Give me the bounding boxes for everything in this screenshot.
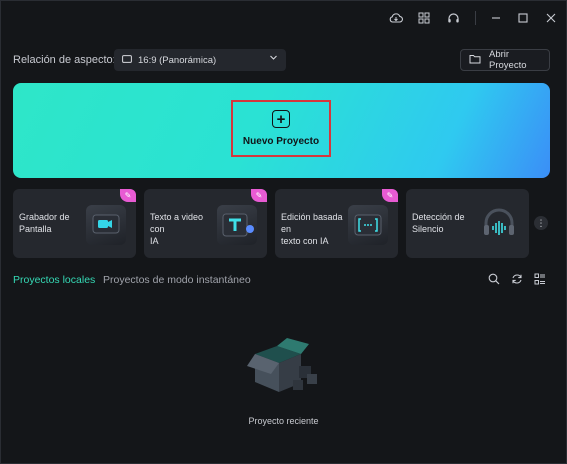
list-view-icon[interactable]: [533, 272, 547, 286]
title-bar: [1, 1, 566, 35]
aspect-ratio-select[interactable]: 16:9 (Panorámica): [114, 49, 286, 71]
ai-badge-icon: ✎: [120, 189, 136, 202]
minimize-icon[interactable]: [487, 9, 505, 27]
new-project-label: Nuevo Proyecto: [242, 136, 320, 147]
screen-recorder-icon: [86, 205, 126, 245]
plus-icon: +: [272, 110, 290, 128]
aspect-ratio-value: 16:9 (Panorámica): [138, 54, 217, 66]
cloud-icon[interactable]: [387, 9, 405, 27]
new-project-button[interactable]: + Nuevo Proyecto: [231, 100, 331, 157]
tab-instant-projects[interactable]: Proyectos de modo instantáneo: [103, 274, 251, 286]
empty-box-icon: [247, 336, 321, 396]
grid-icon[interactable]: [415, 9, 433, 27]
titlebar-divider: [475, 11, 476, 25]
search-icon[interactable]: [487, 272, 501, 286]
tool-card-label: Grabador de Pantalla: [19, 211, 85, 235]
text-edit-icon: [348, 205, 388, 245]
open-project-button[interactable]: Abrir Proyecto: [460, 49, 550, 71]
text-to-video-icon: [217, 205, 257, 245]
open-project-label: Abrir Proyecto: [489, 49, 527, 71]
app-window: Relación de aspecto: 16:9 (Panorámica) A…: [0, 0, 567, 464]
tool-card-line1: Detección de: [412, 212, 465, 222]
ai-badge-icon: ✎: [382, 189, 398, 202]
close-icon[interactable]: [542, 9, 560, 27]
chevron-down-icon: [269, 53, 278, 65]
silence-detect-icon: [479, 205, 519, 245]
tab-local-projects[interactable]: Proyectos locales: [13, 274, 95, 286]
maximize-icon[interactable]: [514, 9, 532, 27]
aspect-ratio-icon: [122, 54, 132, 66]
tool-card-line1: Grabador de: [19, 212, 70, 222]
tool-card-text-editing[interactable]: Edición basada en texto con IA ✎: [275, 189, 398, 258]
tool-card-screen-recorder[interactable]: Grabador de Pantalla ✎: [13, 189, 136, 258]
headset-icon[interactable]: [444, 9, 462, 27]
ai-badge-icon: ✎: [251, 189, 267, 202]
tool-card-label: Detección de Silencio: [412, 211, 478, 235]
tool-card-label: Edición basada en texto con IA: [281, 211, 347, 247]
tool-card-line2: Pantalla: [19, 224, 52, 234]
new-project-banner[interactable]: + Nuevo Proyecto: [13, 83, 550, 178]
aspect-ratio-label: Relación de aspecto:: [13, 54, 116, 66]
recent-project-label: Proyecto reciente: [248, 416, 319, 426]
tool-card-text-to-video[interactable]: Texto a video con IA ✎: [144, 189, 267, 258]
refresh-icon[interactable]: [510, 272, 524, 286]
more-tools-button[interactable]: ⋮: [534, 216, 548, 230]
tool-card-line2: Silencio: [412, 224, 444, 234]
tool-card-silence-detection[interactable]: Detección de Silencio: [406, 189, 529, 258]
folder-icon: [469, 54, 481, 67]
tool-card-line1: Edición basada en: [281, 212, 343, 234]
more-vertical-icon: ⋮: [536, 217, 546, 228]
tool-card-line1: Texto a video con: [150, 212, 204, 234]
tool-card-line2: texto con IA: [281, 236, 329, 246]
tool-card-line2: IA: [150, 236, 159, 246]
tool-card-label: Texto a video con IA: [150, 211, 216, 247]
